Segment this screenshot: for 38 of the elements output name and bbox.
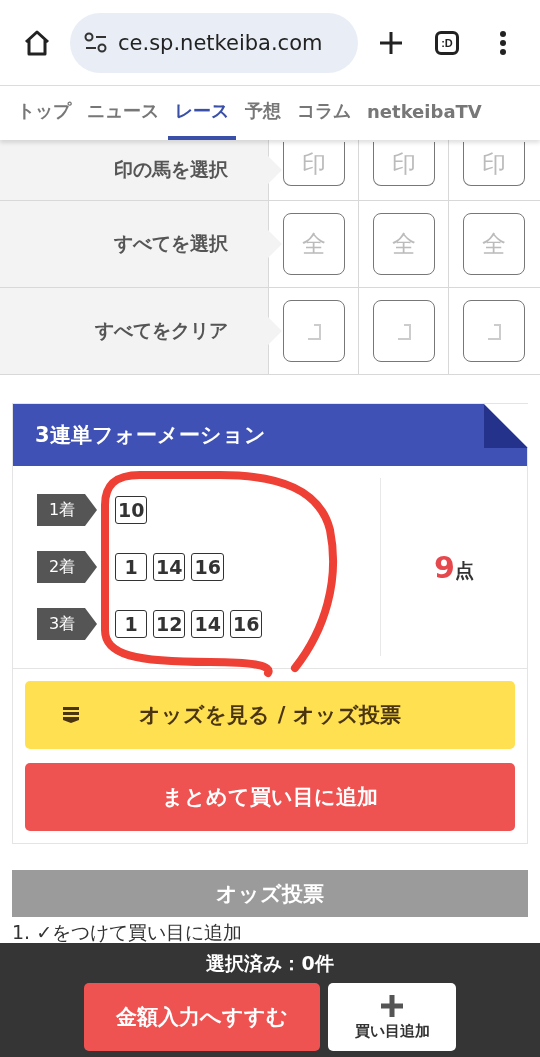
card-title: 3連単フォーメーション bbox=[35, 422, 266, 449]
nav-tab[interactable]: コラム bbox=[290, 86, 358, 140]
nav-tab[interactable]: 予想 bbox=[238, 86, 288, 140]
horse-number: 12 bbox=[153, 610, 186, 638]
instruction-step: 1. ✓をつけて買い目に追加 bbox=[12, 920, 528, 946]
points-unit: 点 bbox=[454, 558, 474, 583]
clear-button[interactable] bbox=[372, 300, 435, 362]
section-title: オッズ投票 bbox=[216, 880, 324, 908]
clear-button[interactable] bbox=[462, 300, 525, 362]
horse-number: 16 bbox=[229, 610, 263, 638]
add-all-button[interactable]: まとめて買い目に追加 bbox=[25, 763, 515, 831]
horse-number: 14 bbox=[191, 610, 224, 638]
address-bar[interactable]: ce.sp.netkeiba.com bbox=[70, 12, 358, 73]
plus-icon bbox=[380, 993, 404, 1018]
row-label: すべてをクリア bbox=[95, 318, 228, 343]
place-tag: 1着 bbox=[37, 494, 97, 526]
folded-corner-icon bbox=[484, 404, 528, 448]
site-settings-icon bbox=[84, 31, 108, 54]
odds-button[interactable]: オッズを見る / オッズ投票 bbox=[25, 681, 515, 749]
row-label: 印の馬を選択 bbox=[114, 157, 228, 182]
nav-tab[interactable]: トップ bbox=[10, 86, 78, 140]
place-tag: 2着 bbox=[37, 551, 97, 583]
selected-count: 選択済み：0件 bbox=[206, 951, 334, 976]
horse-number: 10 bbox=[115, 496, 148, 524]
nav-tab[interactable]: ニュース bbox=[80, 86, 166, 140]
horse-number: 16 bbox=[191, 553, 224, 581]
list-icon bbox=[63, 707, 79, 723]
add-bet-button[interactable]: 買い目追加 bbox=[328, 983, 456, 1051]
place-tag: 3着 bbox=[37, 608, 97, 640]
clear-button[interactable] bbox=[282, 300, 345, 362]
nav-tab[interactable]: netkeibaTV bbox=[360, 86, 489, 140]
horse-number: 1 bbox=[115, 553, 147, 581]
row-label: すべてを選択 bbox=[114, 231, 228, 256]
points-count: 9 bbox=[434, 549, 455, 585]
horse-number: 14 bbox=[153, 553, 186, 581]
tab-switcher-button[interactable]: :D bbox=[435, 30, 459, 55]
proceed-button[interactable]: 金額入力へすすむ bbox=[84, 983, 320, 1051]
horse-number: 1 bbox=[115, 610, 147, 638]
